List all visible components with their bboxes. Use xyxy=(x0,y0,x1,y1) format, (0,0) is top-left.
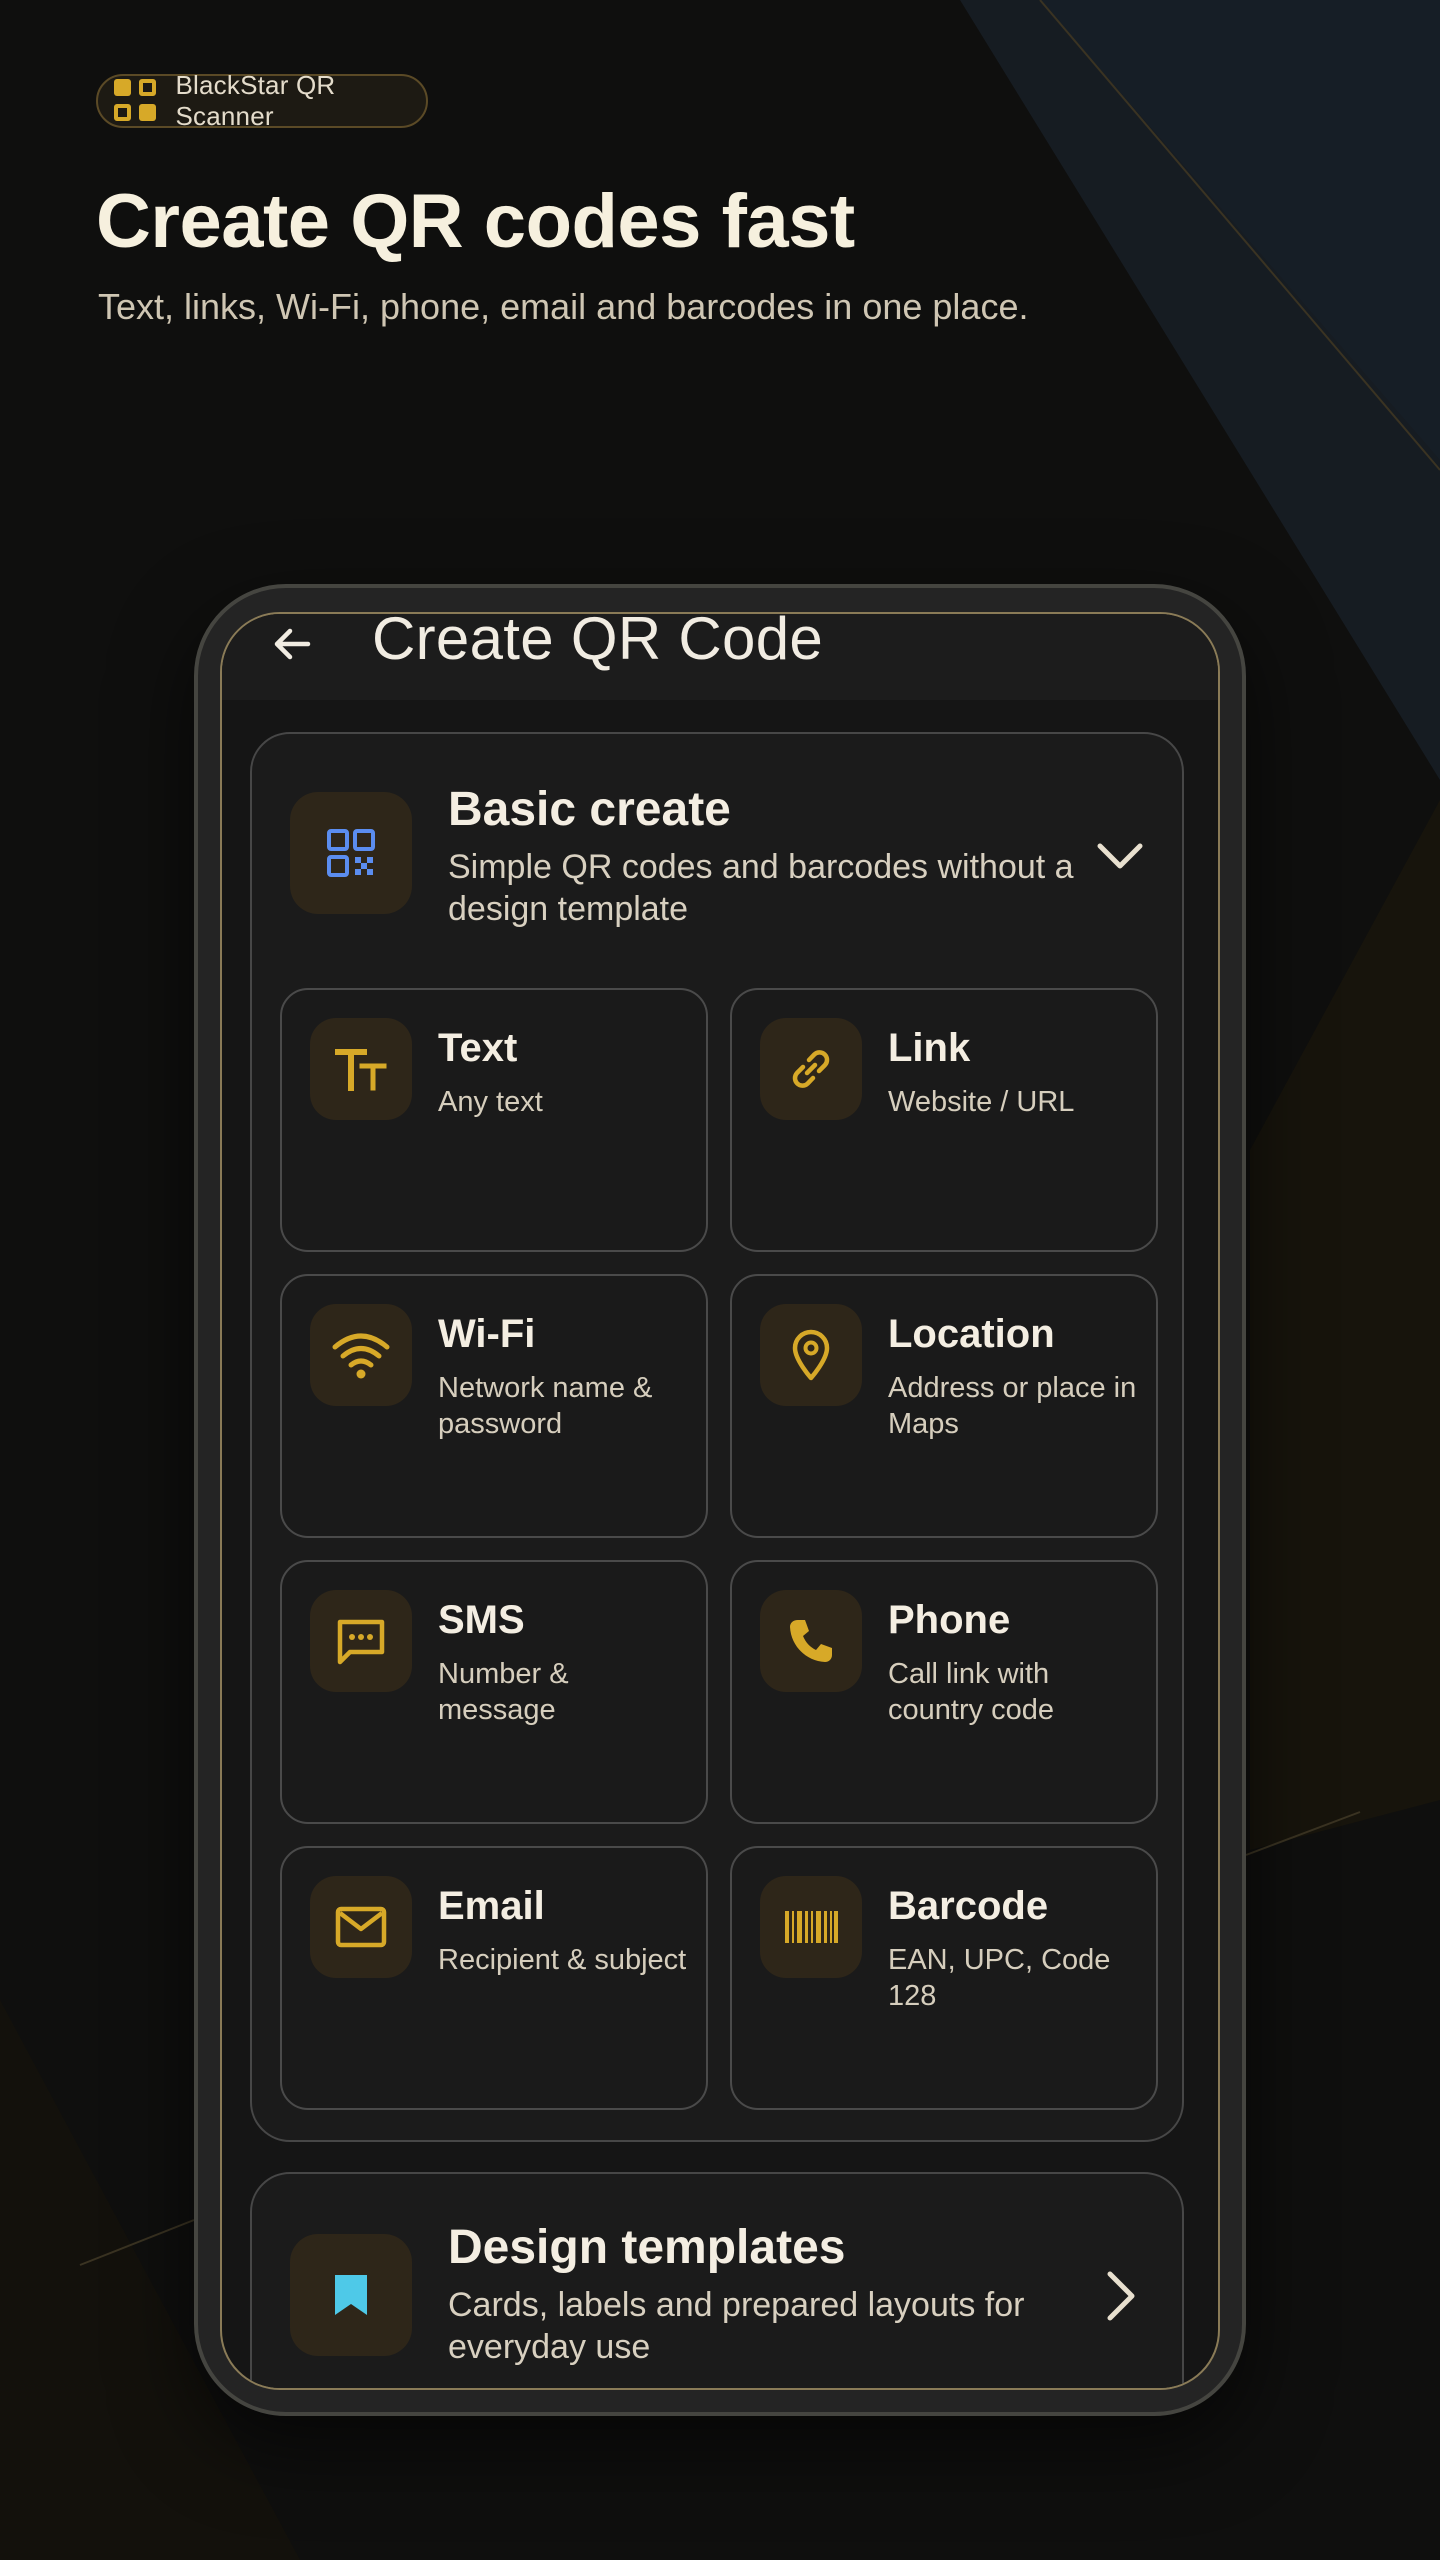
screen-title: Create QR Code xyxy=(372,612,824,672)
create-sms-tile[interactable]: SMS Number & message xyxy=(280,1560,708,1824)
basic-create-title: Basic create xyxy=(448,783,731,836)
design-templates-section[interactable]: Design templates Cards, labels and prepa… xyxy=(250,2172,1184,2388)
sms-icon xyxy=(310,1590,412,1692)
chevron-right-icon[interactable] xyxy=(1092,2268,1148,2324)
tile-subtitle: Address or place in Maps xyxy=(888,1372,1137,1440)
create-email-tile[interactable]: Email Recipient & subject xyxy=(280,1846,708,2110)
create-location-tile[interactable]: Location Address or place in Maps xyxy=(730,1274,1158,1538)
tile-title: Location xyxy=(888,1312,1055,1356)
tile-subtitle: Website / URL xyxy=(888,1086,1075,1118)
location-pin-icon xyxy=(760,1304,862,1406)
tile-title: Wi-Fi xyxy=(438,1312,536,1356)
tile-subtitle: Call link with country code xyxy=(888,1658,1055,1726)
tile-title: Link xyxy=(888,1026,971,1070)
tile-title: Barcode xyxy=(888,1884,1049,1928)
qr-code-icon xyxy=(290,792,412,914)
brand-name: BlackStar QR Scanner xyxy=(175,70,336,131)
create-phone-tile[interactable]: Phone Call link with country code xyxy=(730,1560,1158,1824)
tile-subtitle: Any text xyxy=(438,1086,543,1118)
create-wifi-tile[interactable]: Wi-Fi Network name & password xyxy=(280,1274,708,1538)
hero-subtitle: Text, links, Wi-Fi, phone, email and bar… xyxy=(98,286,1029,327)
design-templates-description: Cards, labels and prepared layouts for e… xyxy=(448,2286,1025,2366)
barcode-icon xyxy=(760,1876,862,1978)
brand-logo-icon xyxy=(114,79,156,123)
hero-title: Create QR codes fast xyxy=(96,179,855,264)
link-icon xyxy=(760,1018,862,1120)
chevron-down-icon[interactable] xyxy=(1092,828,1148,884)
basic-create-description: Simple QR codes and barcodes without a d… xyxy=(448,848,1074,928)
tile-subtitle: Number & message xyxy=(438,1658,569,1726)
create-text-tile[interactable]: Text Any text xyxy=(280,988,708,1252)
tile-subtitle: EAN, UPC, Code 128 xyxy=(888,1944,1111,2012)
phone-mockup: Create QR Code Basic create Simple QR co… xyxy=(194,584,1246,2416)
tile-subtitle: Recipient & subject xyxy=(438,1944,687,1976)
tile-title: Phone xyxy=(888,1598,1011,1642)
create-link-tile[interactable]: Link Website / URL xyxy=(730,988,1158,1252)
tile-title: SMS xyxy=(438,1598,525,1642)
wifi-icon xyxy=(310,1304,412,1406)
basic-create-section: Basic create Simple QR codes and barcode… xyxy=(250,732,1184,2142)
text-format-icon xyxy=(310,1018,412,1120)
tile-title: Email xyxy=(438,1884,545,1928)
app-bar: Create QR Code xyxy=(222,614,1218,700)
tile-title: Text xyxy=(438,1026,518,1070)
email-icon xyxy=(310,1876,412,1978)
bookmark-icon xyxy=(290,2234,412,2356)
brand-badge: BlackStar QR Scanner xyxy=(96,70,428,131)
arrow-left-icon[interactable] xyxy=(268,620,316,668)
tile-subtitle: Network name & password xyxy=(438,1372,653,1440)
create-barcode-tile[interactable]: Barcode EAN, UPC, Code 128 xyxy=(730,1846,1158,2110)
design-templates-title: Design templates xyxy=(448,2221,846,2274)
phone-screen: Create QR Code Basic create Simple QR co… xyxy=(220,612,1220,2390)
phone-icon xyxy=(760,1590,862,1692)
